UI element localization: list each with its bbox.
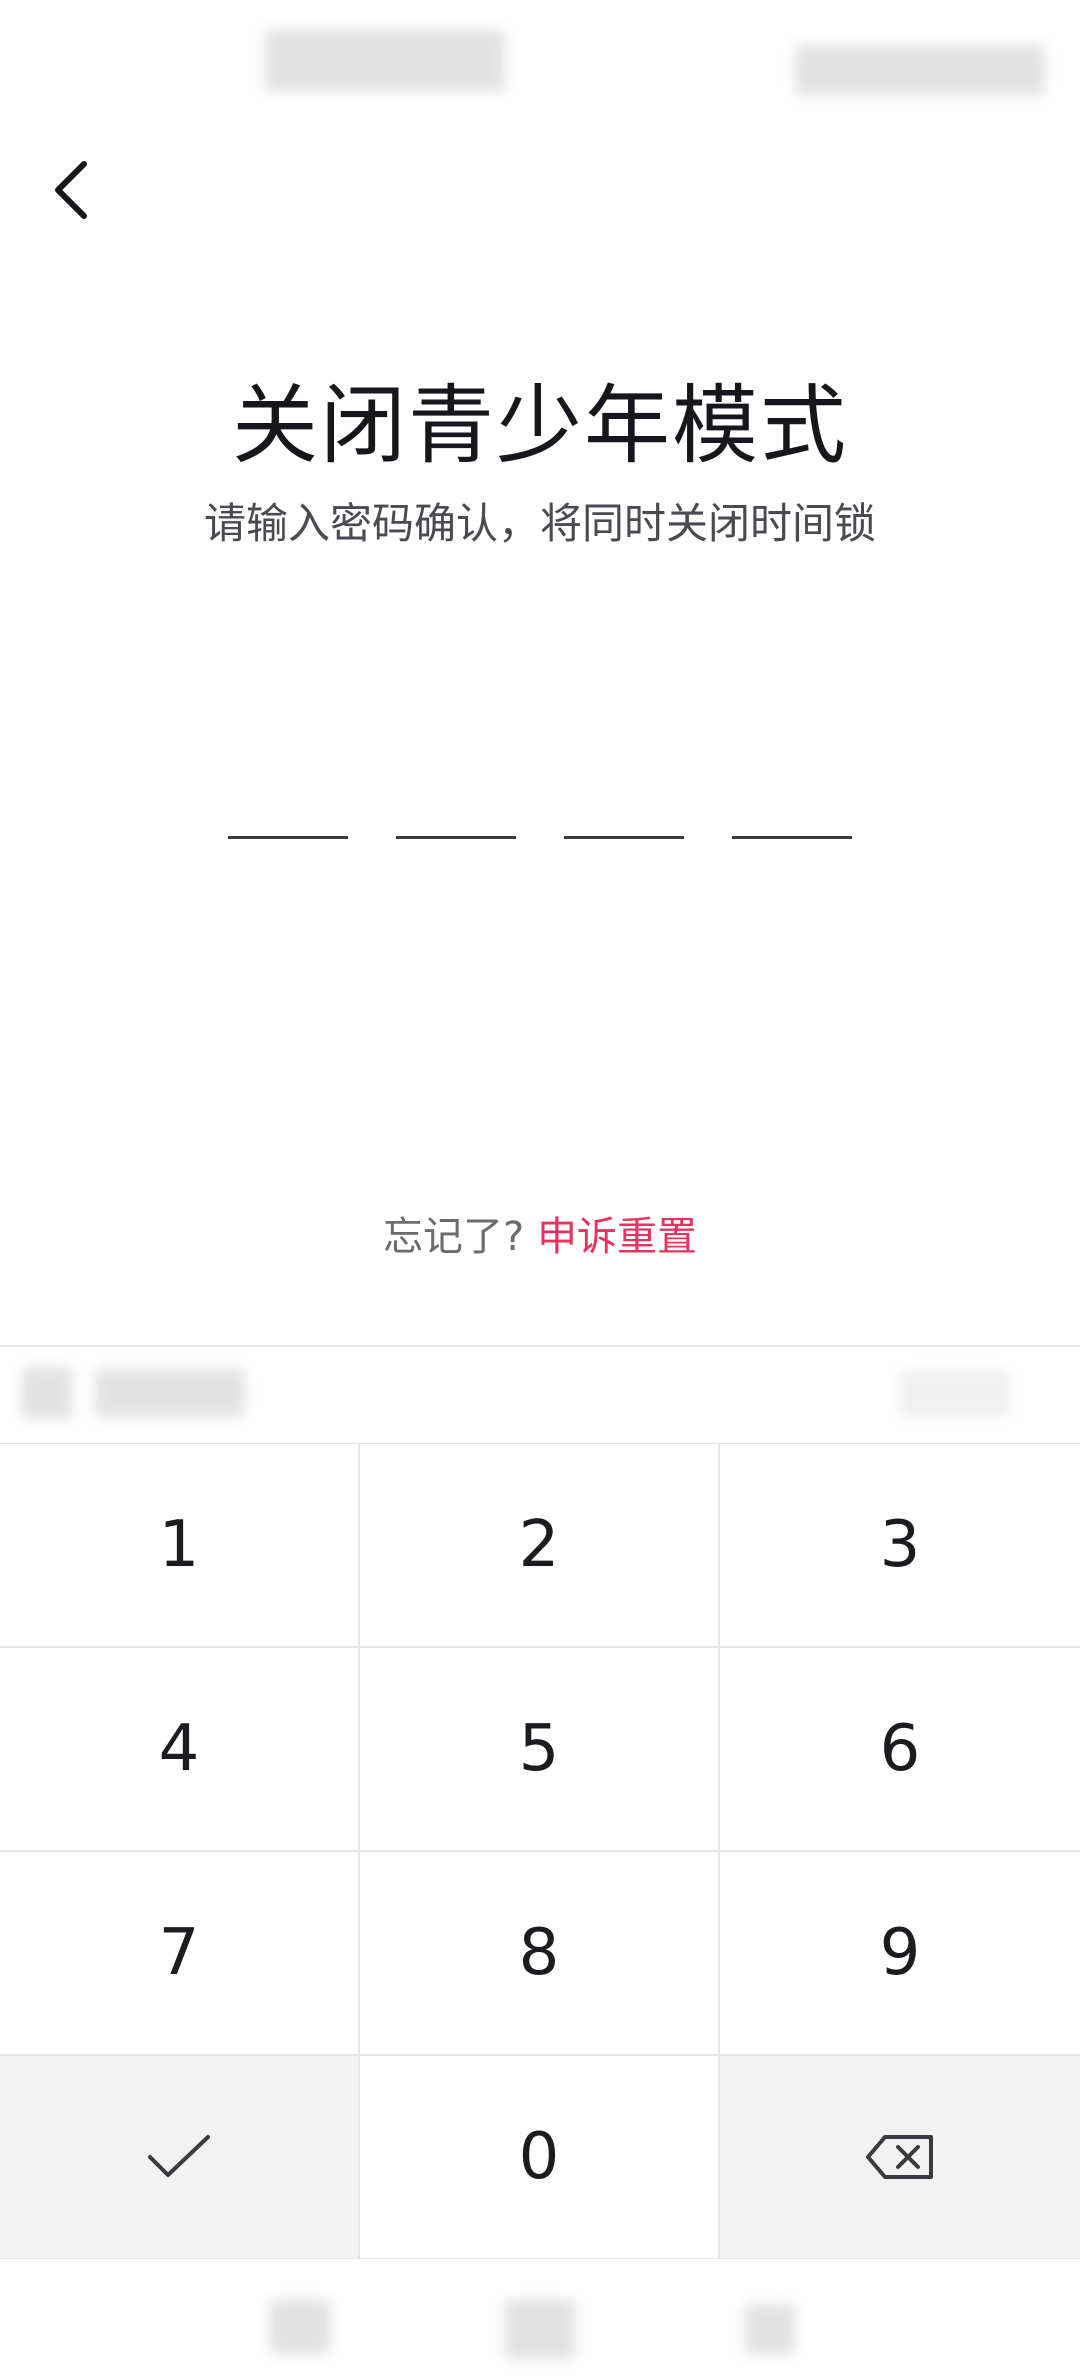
key-7[interactable]: 7 — [0, 1852, 360, 2056]
delete-key[interactable] — [720, 2056, 1080, 2260]
key-9[interactable]: 9 — [720, 1852, 1080, 2056]
pin-slot — [564, 836, 684, 839]
numeric-keyboard: 1 2 3 4 5 6 7 8 9 0 — [0, 1345, 1080, 2376]
key-3[interactable]: 3 — [720, 1444, 1080, 1648]
nav-button-blurred[interactable] — [270, 2299, 330, 2354]
key-5[interactable]: 5 — [360, 1648, 720, 1852]
backspace-icon — [866, 2135, 933, 2179]
status-bar-blurred-left — [265, 30, 505, 92]
key-2[interactable]: 2 — [360, 1444, 720, 1648]
nav-button-blurred[interactable] — [745, 2304, 795, 2354]
pin-slot — [228, 836, 348, 839]
navigation-bar — [0, 2259, 1080, 2376]
keyboard-toolbar-blurred-right — [900, 1369, 1010, 1417]
pin-input[interactable] — [228, 836, 852, 840]
key-6[interactable]: 6 — [720, 1648, 1080, 1852]
appeal-reset-link[interactable]: 申诉重置 — [537, 1214, 697, 1260]
back-button[interactable] — [30, 150, 110, 230]
forgot-prompt: 忘记了? — [383, 1214, 525, 1260]
key-0[interactable]: 0 — [360, 2056, 720, 2260]
page-title: 关闭青少年模式 — [232, 376, 848, 476]
key-1[interactable]: 1 — [0, 1444, 360, 1648]
page-subtitle: 请输入密码确认，将同时关闭时间锁 — [203, 499, 876, 548]
check-icon — [148, 2135, 210, 2177]
nav-button-blurred[interactable] — [505, 2299, 575, 2359]
page: 关闭青少年模式 请输入密码确认，将同时关闭时间锁 忘记了? 申诉重置 1 2 3… — [0, 0, 1080, 2376]
keyboard-toolbar-blurred-icon — [22, 1367, 72, 1419]
key-4[interactable]: 4 — [0, 1648, 360, 1852]
status-bar — [0, 0, 1080, 130]
pin-slot — [732, 836, 852, 839]
confirm-key[interactable] — [0, 2056, 360, 2260]
forgot-password-row: 忘记了? 申诉重置 — [0, 1204, 1080, 1262]
keyboard-toolbar-blurred-label — [95, 1369, 245, 1417]
chevron-left-icon — [55, 161, 87, 219]
status-bar-blurred-right — [795, 45, 1045, 95]
keyboard-toolbar — [0, 1347, 1080, 1445]
keypad: 1 2 3 4 5 6 7 8 9 0 — [0, 1444, 1080, 2260]
pin-slot — [396, 836, 516, 839]
key-8[interactable]: 8 — [360, 1852, 720, 2056]
